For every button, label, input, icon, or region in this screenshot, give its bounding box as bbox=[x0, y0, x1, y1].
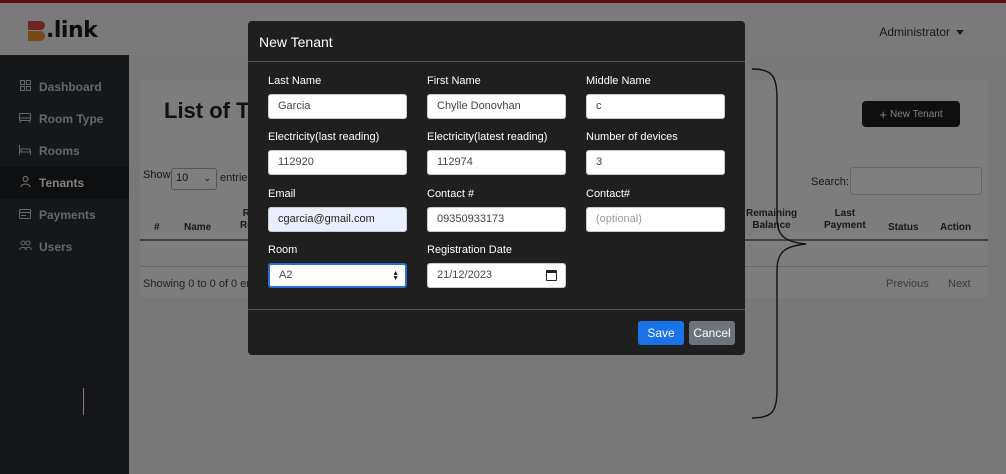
first-name-label: First Name bbox=[427, 75, 481, 87]
devices-field[interactable]: 3 bbox=[586, 150, 725, 175]
registration-date-value: 21/12/2023 bbox=[437, 269, 493, 281]
modal-title: New Tenant bbox=[259, 34, 333, 50]
calendar-icon[interactable] bbox=[546, 270, 557, 281]
first-name-field[interactable]: Chylle Donovhan bbox=[427, 94, 566, 119]
curly-bracket-annotation bbox=[751, 68, 807, 419]
electricity-latest-field[interactable]: 112974 bbox=[427, 150, 566, 175]
contact-field[interactable]: 09350933173 bbox=[427, 207, 566, 232]
electricity-last-field[interactable]: 112920 bbox=[268, 150, 407, 175]
email-label: Email bbox=[268, 188, 296, 200]
contact-label: Contact # bbox=[427, 188, 475, 200]
cancel-button[interactable]: Cancel bbox=[689, 321, 735, 345]
contact-optional-label: Contact# bbox=[586, 188, 631, 200]
electricity-last-label: Electricity(last reading) bbox=[268, 131, 380, 143]
middle-name-field[interactable]: c bbox=[586, 94, 725, 119]
last-name-label: Last Name bbox=[268, 75, 322, 87]
devices-label: Number of devices bbox=[586, 131, 678, 143]
room-label: Room bbox=[268, 244, 298, 256]
last-name-field[interactable]: Garcia bbox=[268, 94, 407, 119]
new-tenant-modal: New Tenant Last Name Garcia First Name C… bbox=[248, 21, 745, 355]
email-field[interactable]: cgarcia@gmail.com bbox=[268, 207, 407, 232]
contact-optional-field[interactable]: (optional) bbox=[586, 207, 725, 232]
room-select-value: A2 bbox=[279, 269, 293, 281]
registration-date-field[interactable]: 21/12/2023 bbox=[427, 263, 566, 288]
room-select[interactable]: A2 ▲ ▼ bbox=[268, 263, 407, 288]
registration-date-label: Registration Date bbox=[427, 244, 512, 256]
modal-divider bbox=[248, 61, 745, 62]
electricity-latest-label: Electricity(latest reading) bbox=[427, 131, 548, 143]
select-arrows-icon: ▲ ▼ bbox=[392, 270, 399, 282]
save-button[interactable]: Save bbox=[638, 321, 684, 345]
modal-divider bbox=[248, 309, 745, 310]
middle-name-label: Middle Name bbox=[586, 75, 651, 87]
